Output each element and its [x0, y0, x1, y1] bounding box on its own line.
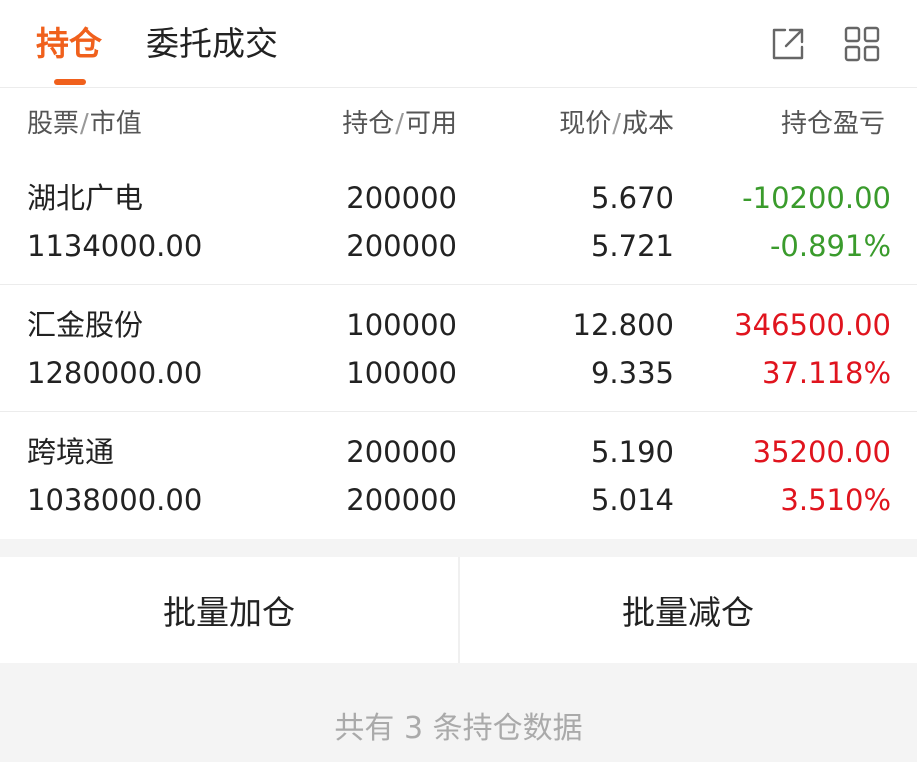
pnl-percent: 3.510% [780, 483, 891, 517]
cost-price: 5.721 [590, 229, 674, 263]
pnl-amount: 35200.00 [752, 435, 891, 469]
pnl-percent: -0.891% [769, 229, 891, 263]
holdings-list: 湖北广电 1134000.00 200000 200000 5.670 5.72… [0, 158, 917, 539]
current-price: 5.670 [590, 181, 674, 215]
holdings-table-header: 股票/市值 持仓/可用 现价/成本 持仓盈亏 [0, 88, 917, 158]
top-tab-bar: 持仓 委托成交 [0, 0, 917, 88]
footer-area: 共有 3 条持仓数据 [0, 663, 917, 762]
pnl-amount: 346500.00 [734, 308, 891, 342]
batch-reduce-button[interactable]: 批量减仓 [459, 557, 917, 663]
tab-positions[interactable]: 持仓 [36, 22, 102, 66]
position-qty: 100000 [346, 308, 457, 342]
available-qty: 100000 [346, 356, 457, 390]
holding-row[interactable]: 跨境通 1038000.00 200000 200000 5.190 5.014… [0, 412, 917, 539]
current-price: 12.800 [572, 308, 674, 342]
holdings-count-summary: 共有 3 条持仓数据 [334, 711, 583, 746]
market-value: 1134000.00 [27, 229, 203, 263]
header-position-available: 持仓/可用 [342, 109, 457, 139]
batch-add-button[interactable]: 批量加仓 [0, 557, 458, 663]
market-value: 1280000.00 [27, 356, 203, 390]
share-external-icon[interactable] [768, 24, 808, 64]
pnl-amount: -10200.00 [742, 181, 891, 215]
active-tab-indicator [54, 79, 86, 85]
holding-row[interactable]: 汇金股份 1280000.00 100000 100000 12.800 9.3… [0, 285, 917, 412]
current-price: 5.190 [590, 435, 674, 469]
available-qty: 200000 [346, 483, 457, 517]
section-divider [0, 539, 917, 557]
header-stock-marketvalue: 股票/市值 [27, 109, 142, 139]
position-qty: 200000 [346, 435, 457, 469]
header-position-pnl: 持仓盈亏 [781, 109, 886, 139]
cost-price: 5.014 [590, 483, 674, 517]
market-value: 1038000.00 [27, 483, 203, 517]
available-qty: 200000 [346, 229, 457, 263]
header-price-cost: 现价/成本 [559, 109, 674, 139]
batch-actions-bar: 批量加仓 批量减仓 [0, 557, 917, 663]
tab-orders-trades[interactable]: 委托成交 [146, 22, 278, 66]
cost-price: 9.335 [590, 356, 674, 390]
stock-name: 汇金股份 [27, 308, 144, 342]
stock-name: 跨境通 [27, 435, 115, 469]
grid-menu-icon[interactable] [842, 24, 882, 64]
holding-row[interactable]: 湖北广电 1134000.00 200000 200000 5.670 5.72… [0, 158, 917, 285]
pnl-percent: 37.118% [761, 356, 891, 390]
stock-name: 湖北广电 [27, 181, 144, 215]
position-qty: 200000 [346, 181, 457, 215]
